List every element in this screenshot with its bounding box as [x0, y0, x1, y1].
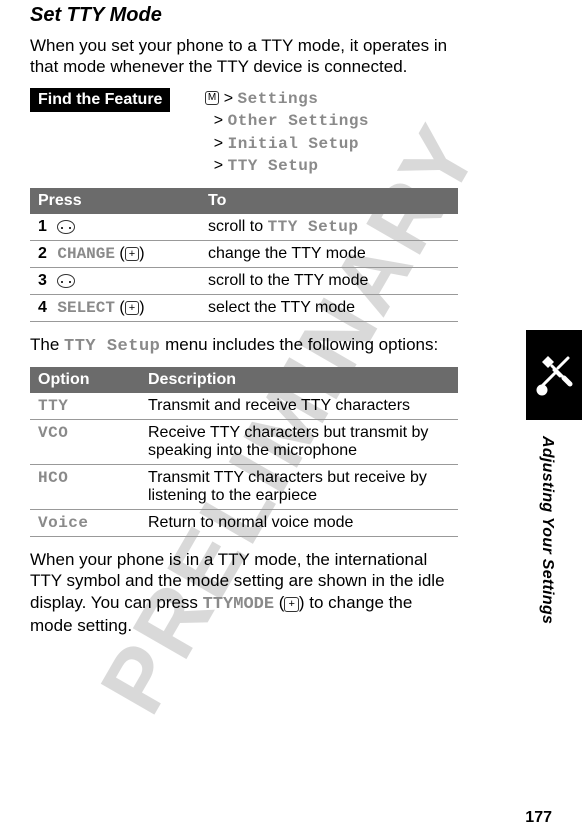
menu-path: M > Settings > Other Settings > Initial … [205, 88, 369, 178]
option-name: TTY [30, 393, 140, 420]
softkey-icon: + [125, 301, 139, 315]
nav-key-icon [57, 274, 75, 288]
step-number: 2 [38, 245, 47, 262]
step-to-text: scroll to the TTY mode [200, 267, 458, 294]
path-level-4: TTY Setup [228, 157, 319, 175]
step-number: 1 [38, 218, 47, 235]
option-name: HCO [30, 465, 140, 510]
section-heading: Set TTY Mode [30, 4, 458, 27]
text: The [30, 335, 64, 354]
path-level-3: Initial Setup [228, 135, 359, 153]
chapter-tab [526, 330, 582, 420]
table-row: VCO Receive TTY characters but transmit … [30, 420, 458, 465]
menu-name: TTY Setup [64, 337, 160, 356]
path-level-2: Other Settings [228, 112, 369, 130]
steps-header-to: To [200, 188, 458, 214]
table-row: TTY Transmit and receive TTY characters [30, 393, 458, 420]
step-number: 4 [38, 299, 47, 316]
softkey-icon: + [125, 247, 139, 261]
path-sep: > [214, 157, 223, 174]
menu-key-icon: M [205, 91, 219, 105]
softkey-label: CHANGE [57, 245, 115, 263]
page-number: 177 [525, 809, 552, 827]
path-sep: > [214, 135, 223, 152]
path-sep: > [214, 112, 223, 129]
settings-tools-icon [534, 348, 574, 402]
table-row: 3 scroll to the TTY mode [30, 267, 458, 294]
table-row: 2 CHANGE (+) change the TTY mode [30, 240, 458, 267]
closing-paragraph: When your phone is in a TTY mode, the in… [30, 549, 458, 636]
steps-header-press: Press [30, 188, 200, 214]
softkey-icon: + [284, 597, 298, 613]
table-row: HCO Transmit TTY characters but receive … [30, 465, 458, 510]
steps-table: Press To 1 scroll to TTY Setup 2 CHANGE … [30, 188, 458, 322]
table-row: 1 scroll to TTY Setup [30, 214, 458, 241]
step-to-mono: TTY Setup [268, 218, 359, 236]
path-level-1: Settings [238, 90, 319, 108]
nav-key-icon [57, 220, 75, 234]
table-row: 4 SELECT (+) select the TTY mode [30, 294, 458, 321]
option-name: VCO [30, 420, 140, 465]
side-section-label: Adjusting Your Settings [538, 436, 556, 624]
find-feature-block: Find the Feature M > Settings > Other Se… [30, 88, 458, 178]
step-to-text: change the TTY mode [200, 240, 458, 267]
find-feature-label: Find the Feature [30, 88, 170, 112]
option-desc: Transmit and receive TTY characters [140, 393, 458, 420]
option-desc: Return to normal voice mode [140, 510, 458, 537]
step-to-text: select the TTY mode [200, 294, 458, 321]
options-intro: The TTY Setup menu includes the followin… [30, 334, 458, 357]
step-to-text: scroll to [208, 218, 268, 235]
intro-paragraph: When you set your phone to a TTY mode, i… [30, 35, 458, 78]
text: menu includes the following options: [160, 335, 438, 354]
options-header-description: Description [140, 367, 458, 393]
option-name: Voice [30, 510, 140, 537]
option-desc: Receive TTY characters but transmit by s… [140, 420, 458, 465]
text: ( [274, 593, 284, 612]
softkey-label: TTYMODE [203, 595, 274, 614]
table-row: Voice Return to normal voice mode [30, 510, 458, 537]
options-header-option: Option [30, 367, 140, 393]
step-number: 3 [38, 272, 47, 289]
option-desc: Transmit TTY characters but receive by l… [140, 465, 458, 510]
options-table: Option Description TTY Transmit and rece… [30, 367, 458, 537]
path-sep: > [224, 90, 233, 107]
softkey-label: SELECT [57, 299, 115, 317]
